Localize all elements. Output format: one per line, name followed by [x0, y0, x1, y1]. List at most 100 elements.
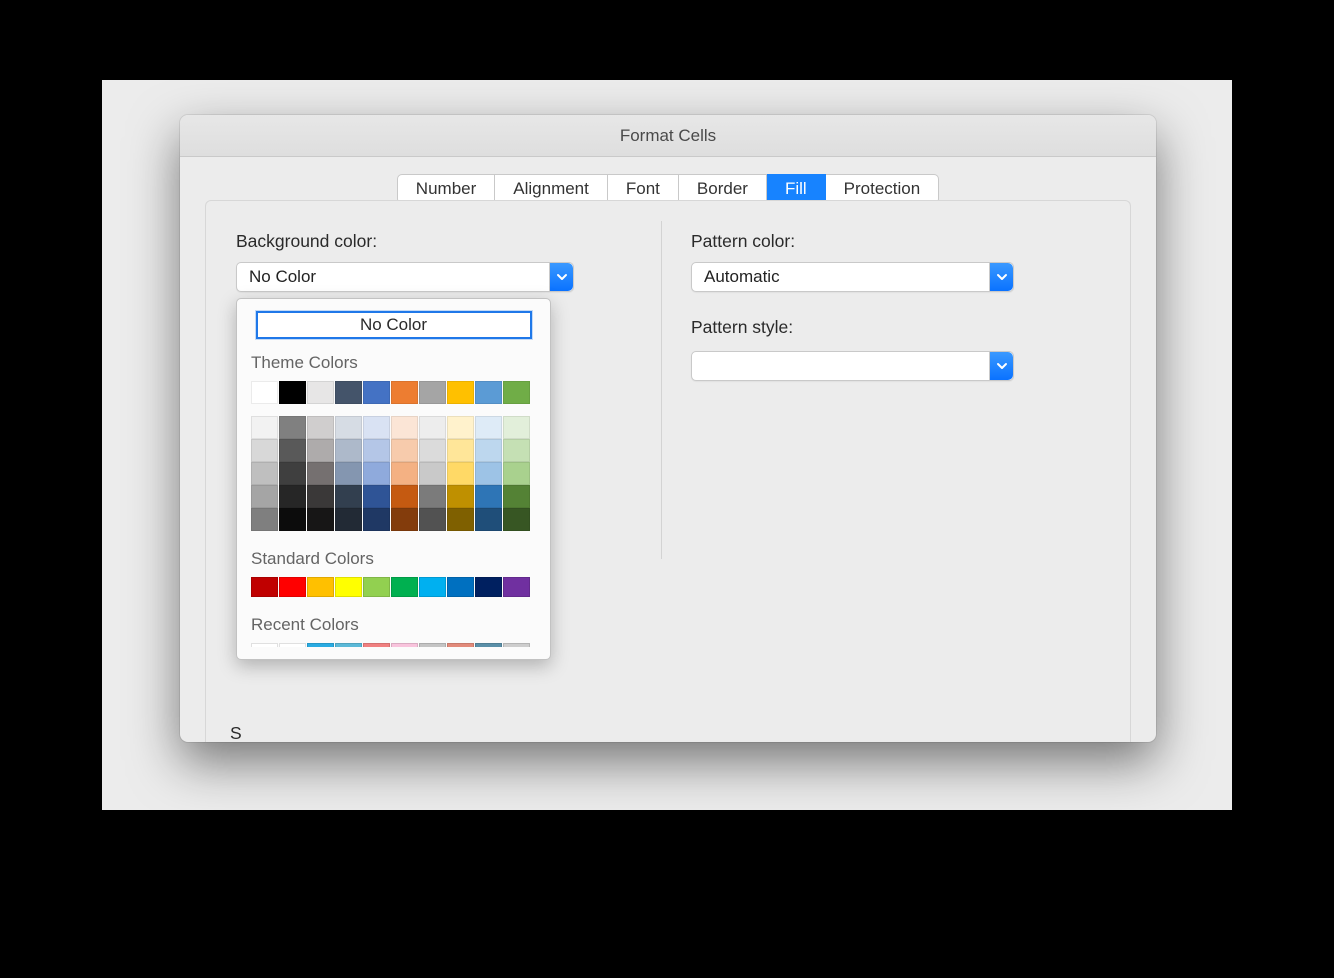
color-swatch[interactable]	[363, 485, 390, 508]
color-swatch[interactable]	[251, 416, 278, 439]
color-swatch[interactable]	[503, 485, 530, 508]
color-swatch[interactable]	[447, 439, 474, 462]
color-swatch[interactable]	[503, 439, 530, 462]
color-swatch[interactable]	[335, 643, 362, 647]
title-bar: Format Cells	[180, 115, 1156, 157]
color-swatch[interactable]	[419, 485, 446, 508]
color-swatch[interactable]	[475, 643, 502, 647]
color-swatch[interactable]	[251, 508, 278, 531]
color-swatch[interactable]	[279, 508, 306, 531]
pattern-color-value: Automatic	[692, 263, 989, 291]
color-swatch[interactable]	[307, 462, 334, 485]
color-swatch[interactable]	[391, 416, 418, 439]
color-swatch[interactable]	[419, 381, 446, 404]
color-swatch[interactable]	[307, 508, 334, 531]
color-swatch[interactable]	[391, 485, 418, 508]
chevron-down-icon	[989, 263, 1013, 291]
color-swatch[interactable]	[503, 508, 530, 531]
color-swatch[interactable]	[335, 508, 362, 531]
color-swatch[interactable]	[475, 439, 502, 462]
color-swatch[interactable]	[447, 577, 474, 597]
color-swatch[interactable]	[335, 381, 362, 404]
color-swatch[interactable]	[307, 577, 334, 597]
color-swatch[interactable]	[475, 462, 502, 485]
color-swatch[interactable]	[335, 462, 362, 485]
color-swatch[interactable]	[475, 485, 502, 508]
color-swatch[interactable]	[475, 381, 502, 404]
standard-colors-label: Standard Colors	[251, 549, 536, 569]
color-swatch[interactable]	[307, 485, 334, 508]
color-swatch[interactable]	[503, 416, 530, 439]
color-swatch[interactable]	[363, 508, 390, 531]
recent-colors-label: Recent Colors	[251, 615, 536, 635]
color-swatch[interactable]	[503, 462, 530, 485]
color-swatch[interactable]	[475, 416, 502, 439]
color-swatch[interactable]	[447, 643, 474, 647]
color-swatch[interactable]	[279, 485, 306, 508]
color-swatch[interactable]	[391, 643, 418, 647]
no-color-button[interactable]: No Color	[256, 311, 532, 339]
vertical-divider	[661, 221, 662, 559]
color-swatch[interactable]	[391, 508, 418, 531]
color-swatch[interactable]	[391, 381, 418, 404]
color-swatch[interactable]	[307, 416, 334, 439]
standard-colors-row	[251, 577, 536, 597]
color-swatch[interactable]	[279, 577, 306, 597]
color-swatch[interactable]	[363, 577, 390, 597]
color-swatch[interactable]	[419, 508, 446, 531]
color-swatch[interactable]	[503, 381, 530, 404]
color-swatch[interactable]	[419, 577, 446, 597]
color-swatch[interactable]	[307, 439, 334, 462]
color-swatch[interactable]	[419, 643, 446, 647]
color-swatch[interactable]	[391, 577, 418, 597]
color-swatch[interactable]	[419, 439, 446, 462]
color-swatch[interactable]	[279, 462, 306, 485]
color-swatch[interactable]	[475, 508, 502, 531]
color-swatch[interactable]	[335, 439, 362, 462]
color-swatch[interactable]	[447, 462, 474, 485]
pattern-style-label: Pattern style:	[691, 317, 793, 338]
color-swatch[interactable]	[363, 643, 390, 647]
color-swatch[interactable]	[503, 577, 530, 597]
background-color-dropdown[interactable]: No Color	[236, 262, 574, 292]
pattern-style-dropdown[interactable]	[691, 351, 1014, 381]
color-swatch[interactable]	[279, 439, 306, 462]
format-cells-dialog: Format Cells Number Alignment Font Borde…	[180, 115, 1156, 742]
color-swatch[interactable]	[363, 381, 390, 404]
color-swatch[interactable]	[363, 416, 390, 439]
color-picker-popover: No Color Theme Colors Standard Colors Re…	[236, 298, 551, 660]
color-swatch[interactable]	[391, 462, 418, 485]
color-swatch[interactable]	[251, 439, 278, 462]
color-swatch[interactable]	[251, 462, 278, 485]
color-swatch[interactable]	[447, 508, 474, 531]
color-swatch[interactable]	[363, 439, 390, 462]
color-swatch[interactable]	[307, 643, 334, 647]
color-swatch[interactable]	[251, 381, 278, 404]
color-swatch[interactable]	[419, 462, 446, 485]
color-swatch[interactable]	[251, 577, 278, 597]
color-swatch[interactable]	[279, 416, 306, 439]
color-swatch[interactable]	[447, 485, 474, 508]
color-swatch[interactable]	[335, 485, 362, 508]
color-swatch[interactable]	[475, 577, 502, 597]
color-swatch[interactable]	[503, 643, 530, 647]
color-swatch[interactable]	[419, 416, 446, 439]
color-swatch[interactable]	[251, 485, 278, 508]
dialog-title: Format Cells	[620, 126, 716, 146]
color-swatch[interactable]	[307, 381, 334, 404]
theme-colors-grid	[251, 381, 536, 531]
truncated-label: S	[230, 723, 242, 742]
color-swatch[interactable]	[447, 416, 474, 439]
recent-colors-row	[251, 643, 536, 647]
color-swatch[interactable]	[335, 416, 362, 439]
color-swatch[interactable]	[251, 643, 278, 647]
pattern-color-label: Pattern color:	[691, 231, 795, 252]
color-swatch[interactable]	[279, 381, 306, 404]
color-swatch[interactable]	[335, 577, 362, 597]
color-swatch[interactable]	[391, 439, 418, 462]
color-swatch[interactable]	[363, 462, 390, 485]
pattern-color-dropdown[interactable]: Automatic	[691, 262, 1014, 292]
color-swatch[interactable]	[279, 643, 306, 647]
color-swatch[interactable]	[447, 381, 474, 404]
pattern-style-value	[692, 352, 989, 380]
